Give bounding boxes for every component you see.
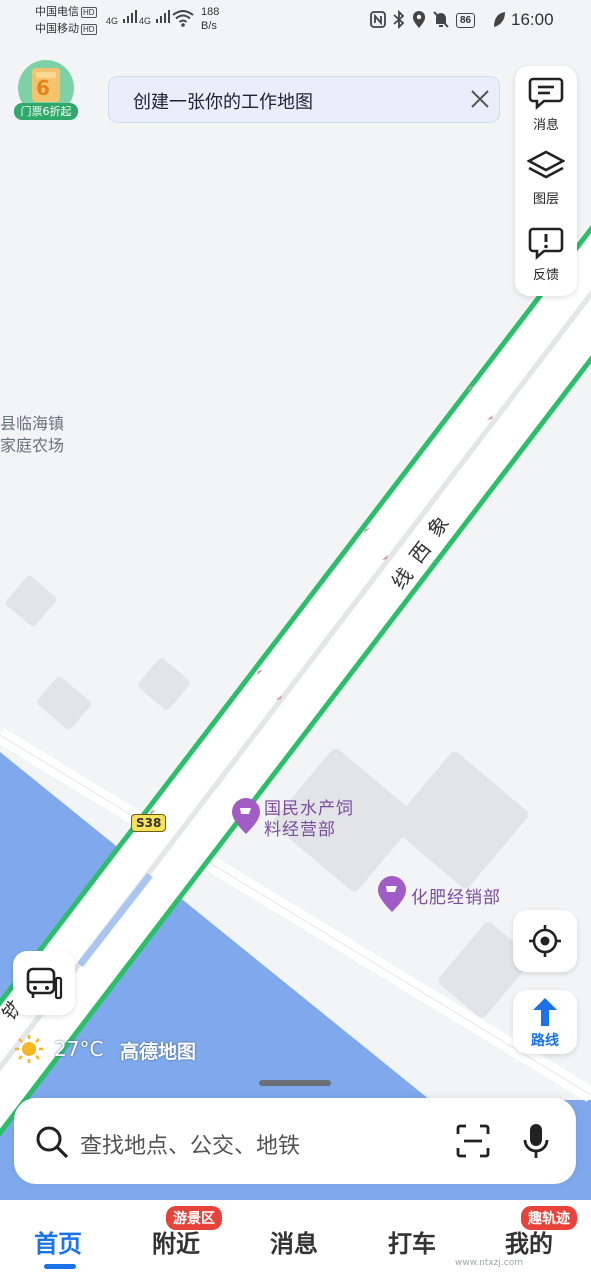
battery-indicator: 86 <box>456 10 476 28</box>
brand-logo-text: 高德地图 <box>120 1041 197 1063</box>
tab-messages[interactable]: 消息 <box>270 1224 318 1259</box>
temperature: 27°C <box>54 1037 104 1061</box>
tab-taxi[interactable]: 打车 <box>388 1224 436 1259</box>
highway-shield: S38 <box>131 814 167 832</box>
layers-icon <box>515 150 577 188</box>
feedback-icon <box>515 226 577 264</box>
poi-pin-fertilizer <box>378 876 406 912</box>
route-arrow-icon <box>531 996 559 1032</box>
leaf-icon <box>492 11 506 33</box>
mine-badge: 趣轨迹 <box>521 1206 577 1230</box>
area-label: 县临海镇 家庭农场 <box>0 414 65 455</box>
search-input[interactable]: 查找地点、公交、地铁 <box>80 1128 300 1160</box>
wifi-icon <box>172 9 194 32</box>
map-canvas[interactable]: 象 西 线 S38 县临海镇 家庭农场 国民水产饲 料经营部 化肥经销部 铁 2… <box>0 44 591 1200</box>
drag-handle[interactable] <box>259 1080 331 1086</box>
poi-label-aquatic-feed[interactable]: 国民水产饲 料经营部 <box>264 799 354 841</box>
locate-button[interactable] <box>513 910 577 972</box>
close-icon[interactable] <box>469 88 491 114</box>
messages-button[interactable]: 消息 <box>515 76 577 133</box>
route-label: 路线 <box>531 1033 559 1049</box>
network-speed: 188 B/s <box>201 6 220 32</box>
message-icon <box>515 76 577 114</box>
watermark: www.ntxzj.com <box>455 1258 523 1268</box>
bottom-tab-bar: 首页 附近 游景区 消息 打车 我的 趣轨迹 www.ntxzj.com <box>0 1200 591 1280</box>
search-bar[interactable]: 查找地点、公交、地铁 <box>14 1098 576 1184</box>
work-map-banner[interactable]: 创建一张你的工作地图 <box>108 76 500 123</box>
clock: 16:00 <box>511 10 554 29</box>
crosshair-icon <box>528 924 562 962</box>
carrier-1: 中国电信 HD <box>35 6 97 18</box>
search-icon <box>34 1124 70 1164</box>
sun-icon <box>14 1034 44 1068</box>
promo-badge[interactable]: 6 门票6折起 <box>14 58 78 122</box>
poi-label-fertilizer[interactable]: 化肥经销部 <box>411 888 501 909</box>
nfc-icon <box>370 11 386 33</box>
promo-label: 门票6折起 <box>14 103 78 120</box>
feedback-button[interactable]: 反馈 <box>515 226 577 283</box>
nearby-badge: 游景区 <box>166 1206 222 1230</box>
location-icon <box>412 10 426 34</box>
promo-number: 6 <box>36 76 50 100</box>
bluetooth-icon <box>392 9 406 34</box>
carrier-2: 中国移动 HD <box>35 23 97 35</box>
active-tab-indicator <box>44 1264 76 1269</box>
map-graphics <box>0 224 591 1200</box>
microphone-icon[interactable] <box>522 1122 550 1164</box>
route-button[interactable]: 路线 <box>513 990 577 1054</box>
side-control-panel: 消息 图层 反馈 <box>515 66 577 296</box>
transit-button[interactable] <box>13 951 75 1015</box>
layers-button[interactable]: 图层 <box>515 150 577 207</box>
bus-icon <box>25 964 63 1006</box>
scan-icon[interactable] <box>456 1124 490 1162</box>
signal-icon-2: 4G <box>139 8 171 29</box>
mute-bell-icon <box>432 10 450 34</box>
banner-text: 创建一张你的工作地图 <box>133 92 313 113</box>
signal-icon-1: 4G <box>106 8 138 29</box>
tab-home[interactable]: 首页 <box>34 1224 82 1259</box>
poi-pin-aquatic <box>232 798 260 834</box>
status-bar: 中国电信 HD 中国移动 HD 4G 4G 188 B/s 86 16:00 <box>0 0 591 44</box>
